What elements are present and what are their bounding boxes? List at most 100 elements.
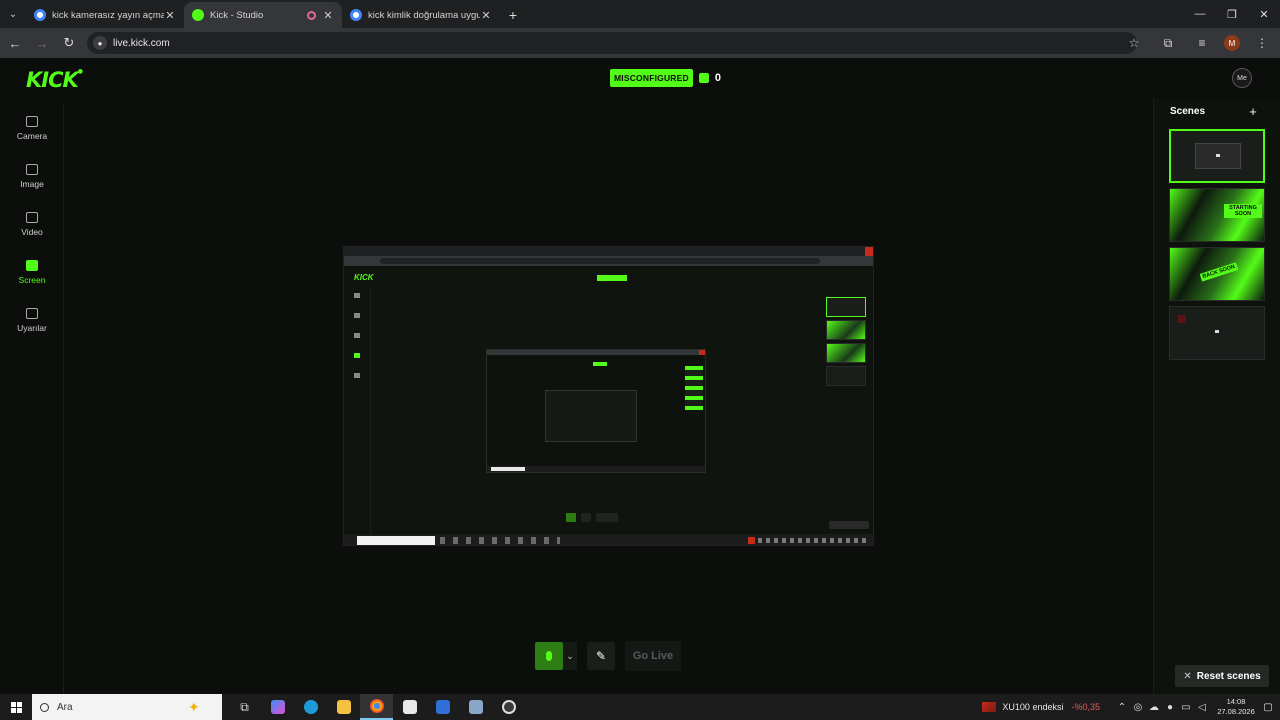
- browser-tab-google-search[interactable]: kick kamerasız yayın açma - Go ✕: [26, 2, 184, 28]
- preview-tabbar: [344, 247, 873, 256]
- sidebar-item-camera[interactable]: Camera: [0, 104, 64, 152]
- tab-close-icon[interactable]: ✕: [480, 9, 492, 22]
- stream-status: MISCONFIGURED 0: [610, 69, 721, 87]
- edit-stream-button[interactable]: ✎: [587, 642, 615, 670]
- browser-tab-kick-studio[interactable]: Kick - Studio ✕: [184, 2, 342, 28]
- meet-now-icon[interactable]: ◎: [1130, 702, 1146, 713]
- preview-kick-logo: KICK: [354, 273, 374, 282]
- start-button[interactable]: [0, 694, 32, 720]
- close-icon: ✕: [1183, 670, 1192, 682]
- scene-webcam-placeholder: [1178, 315, 1186, 323]
- tab-label: kick kimlik doğrulama uygulam: [368, 9, 480, 21]
- google-icon: [34, 9, 46, 21]
- file-explorer-icon[interactable]: [327, 694, 360, 720]
- copilot-app-icon[interactable]: [261, 694, 294, 720]
- task-view-icon[interactable]: ⧉: [228, 694, 261, 720]
- store-app-icon[interactable]: [393, 694, 426, 720]
- mic-tray-icon[interactable]: ●: [1162, 702, 1178, 713]
- minimize-icon[interactable]: —: [1184, 0, 1216, 28]
- mail-app-icon[interactable]: [426, 694, 459, 720]
- preview-scene-card: [826, 343, 866, 363]
- stock-name[interactable]: XU100 endeksi: [1002, 702, 1063, 712]
- address-bar[interactable]: ● live.kick.com: [87, 32, 1137, 54]
- scene-card[interactable]: [1169, 129, 1265, 183]
- stream-controls: ⌄ ✎ Go Live: [535, 641, 681, 671]
- nested-search: [491, 467, 525, 471]
- preview-omnibox: [380, 258, 820, 264]
- preview-mic-icon: [566, 513, 576, 522]
- forward-arrow-icon[interactable]: →: [30, 31, 54, 55]
- network-icon[interactable]: ▭: [1178, 702, 1194, 713]
- tab-search-chevron-icon[interactable]: ⌄: [0, 0, 26, 28]
- microphone-icon: [546, 651, 552, 661]
- browser-menu-icon[interactable]: ⋮: [1250, 31, 1274, 55]
- reload-icon[interactable]: ↻: [57, 31, 81, 55]
- back-arrow-icon[interactable]: ←: [3, 31, 27, 55]
- pencil-icon: ✎: [595, 649, 607, 663]
- cloud-icon[interactable]: ☁: [1146, 702, 1162, 713]
- search-placeholder: Ara: [57, 701, 73, 713]
- scene-card[interactable]: [1169, 306, 1265, 360]
- reset-scenes-button[interactable]: ✕ Reset scenes: [1175, 665, 1269, 687]
- preview-sidebar-icon: [354, 313, 360, 318]
- preview-edit-icon: [581, 513, 591, 522]
- media-controls-icon[interactable]: ≡: [1190, 31, 1214, 55]
- preview-scene-card: [826, 366, 866, 386]
- preview-nested-capture: [486, 349, 706, 473]
- close-window-icon[interactable]: ✕: [1248, 0, 1280, 28]
- preview-sidebar-icon: [354, 353, 360, 358]
- tab-close-icon[interactable]: ✕: [164, 9, 176, 22]
- tab-label: Kick - Studio: [210, 9, 264, 21]
- nested-scenes: [685, 366, 703, 410]
- go-live-button[interactable]: Go Live: [625, 641, 681, 671]
- clock-time: 14:08: [1226, 697, 1246, 706]
- kick-studio-page: KICK● MISCONFIGURED 0 Me Camera Image Vi…: [0, 58, 1280, 694]
- nested-close-icon: [699, 350, 705, 355]
- notifications-icon[interactable]: ▢: [1256, 702, 1280, 713]
- profile-avatar[interactable]: M: [1224, 35, 1240, 51]
- camera-icon: [26, 115, 38, 127]
- sidebar-item-screen[interactable]: Screen: [0, 248, 64, 296]
- preview-close-icon: [865, 247, 873, 256]
- obs-app-icon[interactable]: [492, 694, 525, 720]
- preview-stock-icon: [748, 537, 755, 544]
- edge-app-icon[interactable]: [294, 694, 327, 720]
- network-app-icon[interactable]: [459, 694, 492, 720]
- browser-tab-google-auth[interactable]: kick kimlik doğrulama uygulam ✕: [342, 2, 500, 28]
- stream-preview[interactable]: KICK: [343, 246, 874, 546]
- kick-logo[interactable]: KICK●: [26, 68, 83, 92]
- sidebar-item-video[interactable]: Video: [0, 200, 64, 248]
- viewers-icon: [698, 73, 709, 83]
- status-badge: MISCONFIGURED: [610, 69, 693, 87]
- sidebar-item-alerts[interactable]: Uyarılar: [0, 296, 64, 344]
- viewer-count: 0: [714, 72, 721, 84]
- sidebar-item-label: Image: [20, 178, 44, 189]
- windows-logo-icon: [10, 701, 22, 713]
- scene-thumbnail-dot: [1215, 330, 1219, 333]
- scene-card[interactable]: BACK SOON: [1169, 247, 1265, 301]
- extensions-icon[interactable]: ⧉: [1156, 31, 1180, 55]
- chevron-up-icon[interactable]: ⌃: [1114, 702, 1130, 713]
- volume-icon[interactable]: ◁: [1194, 702, 1210, 713]
- mic-permission-icon[interactable]: ●: [93, 36, 107, 50]
- taskbar-search[interactable]: Ara ✦: [32, 694, 222, 720]
- microphone-button[interactable]: [535, 642, 563, 670]
- restore-icon[interactable]: ❐: [1216, 0, 1248, 28]
- add-scene-plus-icon[interactable]: +: [1246, 104, 1260, 119]
- preview-status-badge: [597, 275, 627, 281]
- new-tab-plus-icon[interactable]: +: [500, 2, 526, 28]
- user-avatar[interactable]: Me: [1232, 68, 1252, 88]
- mic-options-chevron-icon[interactable]: ⌄: [563, 642, 577, 670]
- scene-tag: BACK SOON: [1199, 262, 1238, 282]
- chrome-app-icon[interactable]: [360, 694, 393, 720]
- preview-golive: [596, 513, 618, 522]
- browser-toolbar: ← → ↻ ● live.kick.com ☆ ⧉ ≡ M ⋮: [0, 28, 1280, 58]
- scene-card[interactable]: STARTING SOON: [1169, 188, 1265, 242]
- preview-sidebar-icon: [354, 333, 360, 338]
- preview-sidebar-icon: [354, 373, 360, 378]
- scene-thumbnail: [1195, 143, 1241, 169]
- sidebar-item-image[interactable]: Image: [0, 152, 64, 200]
- clock[interactable]: 14:08 27.08.2026: [1216, 697, 1256, 717]
- tab-close-icon[interactable]: ✕: [322, 9, 334, 22]
- bookmark-star-icon[interactable]: ☆: [1122, 31, 1146, 55]
